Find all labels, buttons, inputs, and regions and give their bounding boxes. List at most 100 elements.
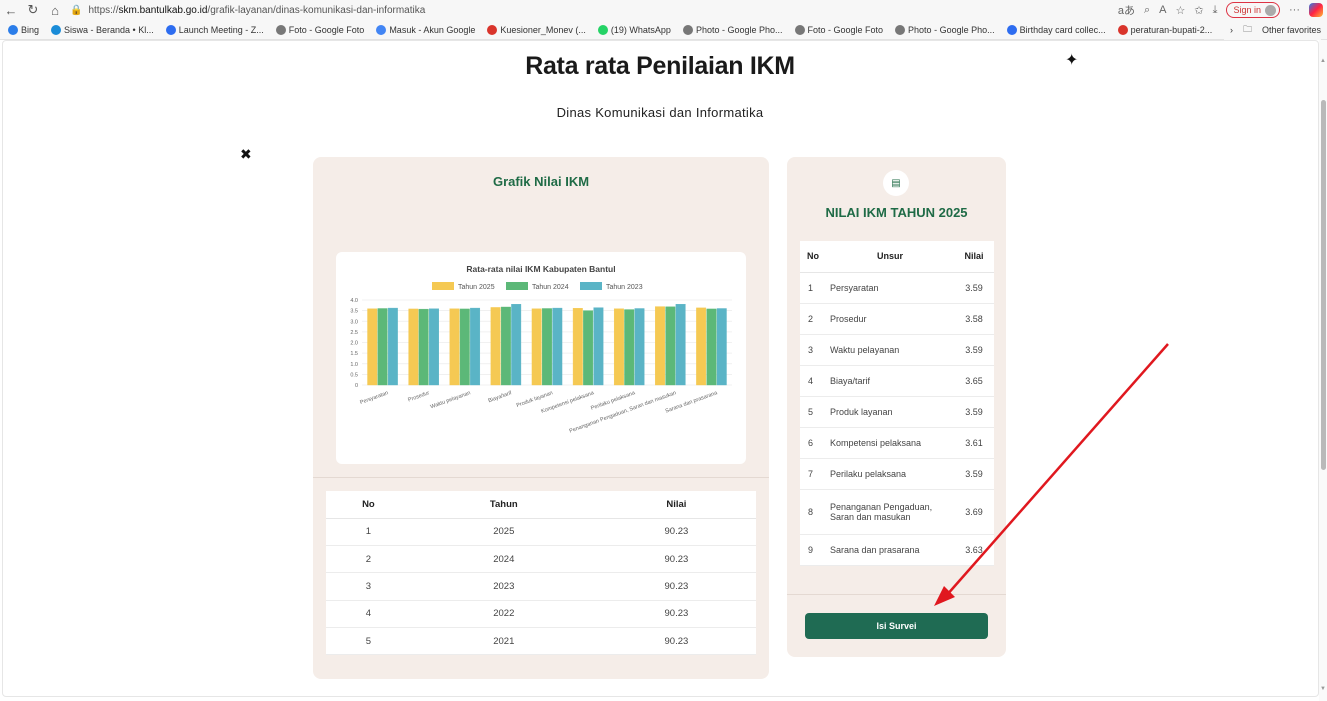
bookmark-label: Foto - Google Foto — [288, 25, 365, 35]
column-header-nilai: Nilai — [954, 241, 994, 273]
bookmark-item[interactable]: Kuesioner_Monev (... — [487, 25, 586, 35]
address-bar[interactable]: 🔒 https://skm.bantulkab.go.id/grafik-lay… — [70, 2, 1070, 18]
cell-no: 5 — [326, 627, 411, 656]
bookmark-icon — [1006, 25, 1017, 35]
x-tick-label: Biaya/tarif — [488, 390, 513, 404]
refresh-icon[interactable]: ↻ — [22, 0, 44, 20]
zoom-icon[interactable]: ⌕ — [1144, 4, 1150, 17]
favorites-icon[interactable]: ✩ — [1194, 4, 1203, 17]
cell-nilai: 3.59 — [954, 458, 994, 490]
cell-unsur: Biaya/tarif — [826, 365, 954, 397]
chart-bar — [665, 306, 676, 386]
table-row: 8 Penanganan Pengaduan, Saran dan masukan… — [800, 489, 994, 535]
bookmark-label: Masuk - Akun Google — [389, 25, 476, 35]
bookmark-label: Bing — [21, 25, 40, 35]
chart-bar — [387, 307, 398, 386]
chart-bar — [418, 308, 429, 386]
bookmark-item[interactable]: peraturan-bupati-2... — [1117, 25, 1212, 35]
bookmark-label: Foto - Google Foto — [807, 25, 884, 35]
page-subtitle: Dinas Komunikasi dan Informatika — [556, 105, 764, 120]
more-menu-icon[interactable]: ··· — [1289, 4, 1300, 16]
chart-bar — [634, 308, 645, 386]
bookmark-icon — [895, 25, 906, 35]
table-row: 3 Waktu pelayanan 3.59 — [800, 334, 994, 366]
legend-swatch — [432, 282, 454, 290]
chart-bar — [531, 308, 542, 386]
y-tick-label: 0 — [355, 383, 358, 389]
cell-nilai: 3.63 — [954, 534, 994, 566]
cell-tahun: 2023 — [410, 572, 597, 601]
bookmark-icon — [376, 25, 387, 35]
bookmark-item[interactable]: (19) WhatsApp — [597, 25, 671, 35]
cell-no: 6 — [800, 427, 826, 459]
table-row: 6 Kompetensi pelaksana 3.61 — [800, 427, 994, 459]
cell-nilai: 3.58 — [954, 303, 994, 335]
chart-bar — [542, 308, 552, 386]
chart-bar — [500, 306, 511, 386]
cell-no: 1 — [800, 272, 826, 304]
ikm-bar-chart: Rata-rata nilai IKM Kabupaten Bantul Tahu… — [350, 264, 732, 435]
bookmark-label: (19) WhatsApp — [610, 25, 671, 35]
column-header-no: No — [800, 241, 826, 273]
favorite-star-icon[interactable]: ☆ — [1176, 4, 1186, 17]
cell-no: 2 — [800, 303, 826, 335]
cell-nilai: 3.59 — [954, 334, 994, 366]
legend-label: Tahun 2024 — [532, 284, 569, 291]
y-tick-label: 3.0 — [350, 319, 358, 325]
bookmark-icon — [275, 25, 286, 35]
home-icon[interactable]: ⌂ — [44, 0, 66, 20]
bookmark-item[interactable]: Foto - Google Foto — [275, 25, 365, 35]
chart-bar — [367, 308, 378, 386]
bookmarks-overflow-icon[interactable]: › — [1230, 25, 1233, 35]
bookmarks-bar: Bing Siswa - Beranda • Kl... Launch Meetin… — [0, 20, 1327, 40]
bookmark-icon — [487, 25, 498, 35]
bookmark-item[interactable]: Masuk - Akun Google — [376, 25, 475, 35]
isi-survei-button[interactable]: Isi Survei — [805, 613, 988, 639]
chart-panel: Grafik Nilai IKM Rata-rata nilai IKM Kab… — [313, 157, 769, 679]
legend-swatch — [506, 282, 528, 290]
browser-tool-icons: aあ ⌕ A ☆ ✩ ⤓ Sign in ··· — [1118, 0, 1323, 20]
column-header-nilai: Nilai — [596, 491, 756, 519]
chart-bar — [408, 308, 419, 386]
bookmark-item[interactable]: Photo - Google Pho... — [682, 25, 783, 35]
download-icon[interactable]: ⤓ — [1213, 4, 1218, 17]
cell-unsur: Persyaratan — [826, 272, 954, 304]
other-favorites[interactable]: Other favorites — [1262, 25, 1321, 35]
cell-unsur: Waktu pelayanan — [826, 334, 954, 366]
chart-bar — [429, 308, 439, 386]
y-tick-label: 3.5 — [350, 309, 358, 315]
cell-unsur: Perilaku pelaksana — [826, 458, 954, 490]
table-row: 4 Biaya/tarif 3.65 — [800, 365, 994, 397]
bookmark-item[interactable]: Launch Meeting - Z... — [165, 25, 264, 35]
scroll-thumb[interactable] — [1321, 100, 1326, 470]
ikm-2025-title: NILAI IKM TAHUN 2025 — [825, 205, 968, 220]
table-row: 9 Sarana dan prasarana 3.63 — [800, 534, 994, 566]
bookmark-item[interactable]: Siswa - Beranda • Kl... — [51, 25, 154, 35]
copilot-icon[interactable] — [1309, 3, 1323, 17]
unsur-table: No Unsur Nilai 1 Persyaratan 3.59 2 Prosedur… — [800, 241, 994, 566]
bookmark-item[interactable]: Foto - Google Foto — [794, 25, 884, 35]
cell-unsur: Produk layanan — [826, 396, 954, 428]
back-icon[interactable]: ← — [0, 0, 22, 20]
table-row: 1 2025 90.23 — [326, 518, 756, 546]
scroll-down-icon[interactable]: ▼ — [1320, 686, 1326, 692]
text-size-icon[interactable]: A — [1159, 4, 1166, 16]
chart-bar — [716, 308, 727, 386]
scroll-up-icon[interactable]: ▲ — [1320, 58, 1326, 64]
chart-bar — [706, 308, 717, 386]
cell-no: 7 — [800, 458, 826, 490]
bookmark-item[interactable]: Photo - Google Pho... — [895, 25, 995, 35]
cell-nilai: 90.23 — [596, 572, 756, 601]
cell-nilai: 3.59 — [954, 396, 994, 428]
bookmark-label: Photo - Google Pho... — [908, 25, 995, 35]
cell-no: 4 — [326, 600, 411, 629]
page-scrollbar[interactable]: ▲ ▼ — [1319, 40, 1327, 701]
cell-no: 5 — [800, 396, 826, 428]
read-aloud-icon[interactable]: aあ — [1118, 2, 1135, 18]
bookmark-item[interactable]: Birthday card collec... — [1006, 25, 1106, 35]
ikm-2025-panel: ▤ NILAI IKM TAHUN 2025 No Unsur Nilai 1P… — [787, 157, 1006, 657]
bookmark-item[interactable]: Bing — [8, 25, 39, 35]
chart-bar — [490, 307, 501, 386]
bookmark-label: Birthday card collec... — [1019, 25, 1106, 35]
sign-in-button[interactable]: Sign in — [1226, 2, 1280, 18]
